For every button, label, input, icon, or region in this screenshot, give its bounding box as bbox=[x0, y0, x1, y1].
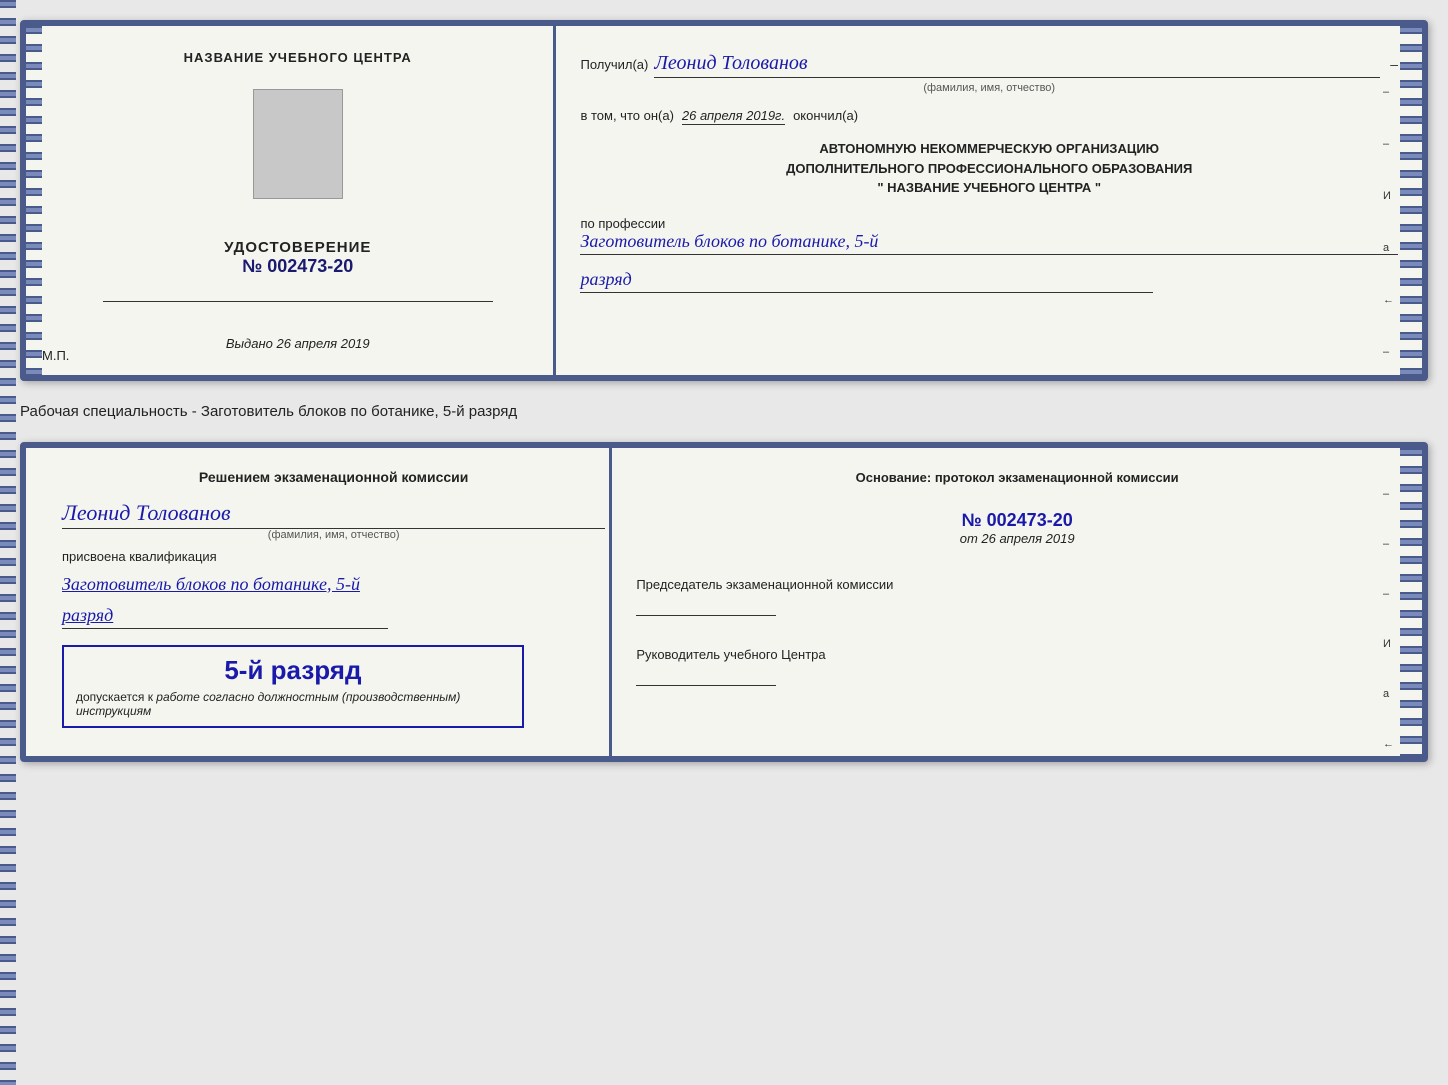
rank-value: разряд bbox=[580, 269, 1152, 293]
recipient-sub: (фамилия, имя, отчество) bbox=[580, 82, 1398, 94]
org-line1: АВТОНОМНУЮ НЕКОММЕРЧЕСКУЮ ОРГАНИЗАЦИЮ bbox=[580, 139, 1398, 159]
rank-big-text: 5-й разряд bbox=[76, 655, 510, 686]
chairman-label: Председатель экзаменационной комиссии bbox=[636, 576, 1398, 594]
qual-label: присвоена квалификация bbox=[62, 549, 605, 564]
lower-doc-right: Основание: протокол экзаменационной коми… bbox=[612, 448, 1422, 756]
upper-doc-left: НАЗВАНИЕ УЧЕБНОГО ЦЕНТРА УДОСТОВЕРЕНИЕ №… bbox=[26, 26, 556, 375]
person-sub: (фамилия, имя, отчество) bbox=[62, 529, 605, 541]
mp-label: М.П. bbox=[42, 348, 69, 363]
mark-arrow: ← bbox=[1383, 294, 1394, 306]
org-line3: " НАЗВАНИЕ УЧЕБНОГО ЦЕНТРА " bbox=[580, 178, 1398, 198]
chairman-section: Председатель экзаменационной комиссии bbox=[636, 576, 1398, 616]
protocol-section: № 002473-20 от 26 апреля 2019 bbox=[636, 510, 1398, 546]
page-container: НАЗВАНИЕ УЧЕБНОГО ЦЕНТРА УДОСТОВЕРЕНИЕ №… bbox=[20, 20, 1428, 762]
certify-line: в том, что он(а) 26 апреля 2019г. окончи… bbox=[580, 108, 1398, 125]
director-section: Руководитель учебного Центра bbox=[636, 646, 1398, 686]
issued-date-line: Выдано 26 апреля 2019 bbox=[226, 336, 370, 351]
mark-а: а bbox=[1383, 242, 1394, 254]
mark-dash2: – bbox=[1383, 138, 1394, 150]
допускается-line: допускается к работе согласно должностны… bbox=[76, 690, 510, 718]
lower-doc-left: Решением экзаменационной комиссии Леонид… bbox=[26, 448, 612, 756]
lower-right-marks: – – – И а ← – – – – bbox=[1383, 488, 1394, 762]
director-label: Руководитель учебного Центра bbox=[636, 646, 1398, 664]
recipient-name: Леонид Толованов bbox=[654, 52, 1380, 78]
director-signature-line bbox=[636, 668, 776, 686]
profession-label: по профессии bbox=[580, 216, 1398, 231]
photo-placeholder bbox=[253, 89, 343, 199]
lower-document-card: Решением экзаменационной комиссии Леонид… bbox=[20, 442, 1428, 762]
profession-section: по профессии Заготовитель блоков по бота… bbox=[580, 212, 1398, 255]
decision-title: Решением экзаменационной комиссии bbox=[62, 468, 605, 488]
left-binding-decoration bbox=[26, 26, 42, 375]
rank-value-lower: разряд bbox=[62, 605, 388, 629]
certify-date: 26 апреля 2019г. bbox=[682, 108, 785, 125]
person-section: Леонид Толованов (фамилия, имя, отчество… bbox=[62, 496, 605, 541]
middle-label: Рабочая специальность - Заготовитель бло… bbox=[20, 399, 1428, 424]
upper-document-card: НАЗВАНИЕ УЧЕБНОГО ЦЕНТРА УДОСТОВЕРЕНИЕ №… bbox=[20, 20, 1428, 381]
rank-box: 5-й разряд допускается к работе согласно… bbox=[62, 645, 524, 728]
basis-text: Основание: протокол экзаменационной коми… bbox=[636, 468, 1398, 488]
protocol-number: № 002473-20 bbox=[636, 510, 1398, 531]
recipient-line: Получил(а) Леонид Толованов – bbox=[580, 52, 1398, 78]
chairman-signature-line bbox=[636, 598, 776, 616]
mark-dash1: – bbox=[1383, 86, 1394, 98]
recipient-section: Получил(а) Леонид Толованов – (фамилия, … bbox=[580, 46, 1398, 94]
upper-doc-right: Получил(а) Леонид Толованов – (фамилия, … bbox=[556, 26, 1422, 375]
cert-label: УДОСТОВЕРЕНИЕ bbox=[224, 239, 371, 256]
qual-value: Заготовитель блоков по ботанике, 5-й bbox=[62, 572, 605, 597]
org-line2: ДОПОЛНИТЕЛЬНОГО ПРОФЕССИОНАЛЬНОГО ОБРАЗО… bbox=[580, 159, 1398, 179]
mark-И: И bbox=[1383, 190, 1394, 202]
protocol-date: от 26 апреля 2019 bbox=[636, 531, 1398, 546]
cert-number: № 002473-20 bbox=[224, 256, 371, 277]
profession-value: Заготовитель блоков по ботанике, 5-й bbox=[580, 231, 1398, 255]
org-block: АВТОНОМНУЮ НЕКОММЕРЧЕСКУЮ ОРГАНИЗАЦИЮ ДО… bbox=[580, 139, 1398, 198]
rank-section: разряд bbox=[580, 269, 1398, 293]
mark-dash3: – bbox=[1383, 346, 1394, 358]
person-name: Леонид Толованов bbox=[62, 500, 605, 529]
right-side-marks: – – И а ← – – – bbox=[1383, 86, 1394, 381]
org-label: НАЗВАНИЕ УЧЕБНОГО ЦЕНТРА bbox=[184, 50, 412, 65]
